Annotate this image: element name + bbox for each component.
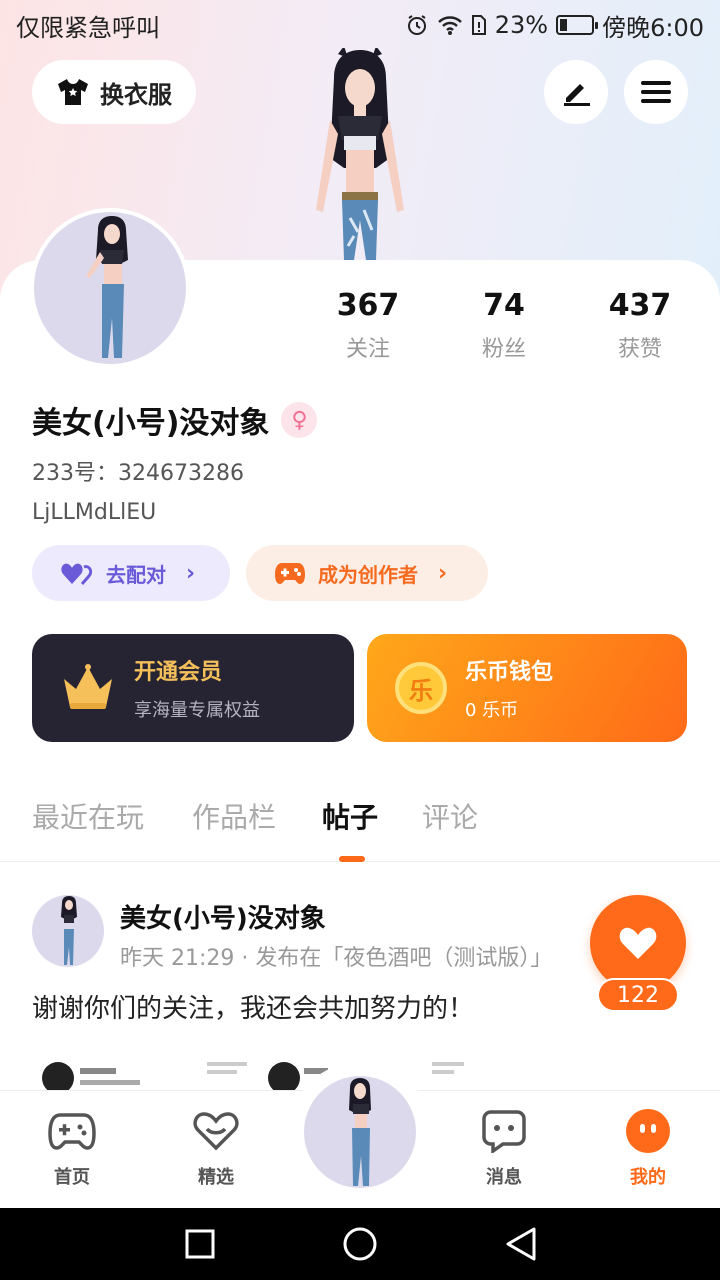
gamepad-icon <box>48 1109 96 1153</box>
stat-value: 437 <box>608 288 672 323</box>
edit-profile-button[interactable] <box>544 60 608 124</box>
nav-home[interactable]: 首页 <box>22 1109 122 1189</box>
vip-subtitle: 享海量专属权益 <box>134 700 260 721</box>
status-icons: 23% 傍晚6:00 <box>405 8 704 43</box>
profile-name: 美女(小号)没对象 <box>32 406 270 441</box>
chevron-right-icon: › <box>186 560 196 586</box>
nav-center-avatar-button[interactable] <box>304 1076 416 1188</box>
battery-percent: 23% <box>494 11 549 39</box>
profile-tabs: 最近在玩 作品栏 帖子 评论 <box>0 796 720 862</box>
nav-messages[interactable]: 消息 <box>454 1109 554 1189</box>
stat-label: 粉丝 <box>481 337 526 362</box>
home-circle-icon[interactable] <box>342 1226 378 1262</box>
stat-value: 74 <box>483 288 525 323</box>
wifi-icon <box>437 16 462 35</box>
avatar-figure <box>349 1078 371 1186</box>
become-creator-button[interactable]: 成为创作者 › <box>246 545 488 601</box>
tshirt-icon <box>58 79 88 105</box>
battery-icon <box>556 15 599 35</box>
nav-me[interactable]: 我的 <box>598 1109 698 1189</box>
post-author-name[interactable]: 美女(小号)没对象 <box>120 898 326 935</box>
avatar[interactable] <box>30 208 190 368</box>
creator-label: 成为创作者 <box>318 562 418 587</box>
recents-icon[interactable] <box>184 1228 216 1260</box>
stat-value: 367 <box>336 288 400 323</box>
stat-following[interactable]: 367 关注 <box>300 288 436 363</box>
message-icon <box>480 1109 528 1153</box>
vip-membership-card[interactable]: 开通会员 享海量专属权益 <box>32 634 354 742</box>
coin-icon: 乐 <box>395 662 447 714</box>
user-id[interactable]: 233号：324673286 <box>32 455 244 487</box>
tab-works[interactable]: 作品栏 <box>192 796 276 836</box>
profile-stats: 367 关注 74 粉丝 437 获赞 <box>300 288 720 363</box>
tab-recent-played[interactable]: 最近在玩 <box>32 796 144 836</box>
like-count: 122 <box>597 978 679 1012</box>
stat-followers[interactable]: 74 粉丝 <box>436 288 572 363</box>
stat-label: 获赞 <box>617 337 662 362</box>
wallet-title: 乐币钱包 <box>465 660 554 685</box>
sim-icon <box>471 15 486 35</box>
heart-chat-icon <box>192 1109 240 1153</box>
hamburger-icon <box>641 81 671 103</box>
post-text[interactable]: 谢谢你们的关注，我还会共加努力的！ <box>32 988 474 1025</box>
avatar-figure <box>61 896 77 965</box>
active-tab-indicator <box>339 856 365 862</box>
stat-label: 关注 <box>345 337 390 362</box>
pen-icon <box>564 84 590 106</box>
female-icon: ♀ <box>281 402 318 438</box>
match-button[interactable]: 去配对 › <box>32 545 230 601</box>
wallet-text: 乐币钱包 0 乐币 <box>465 654 553 722</box>
status-bar: 仅限紧急呼叫 23% 傍晚6:00 <box>0 0 720 50</box>
post-meta: 昨天 21:29 · 发布在「夜色酒吧（测试版）」 <box>120 946 553 971</box>
carrier-text: 仅限紧急呼叫 <box>16 13 160 42</box>
nav-featured[interactable]: 精选 <box>166 1109 266 1189</box>
menu-button[interactable] <box>624 60 688 124</box>
double-heart-icon <box>61 563 93 585</box>
match-label: 去配对 <box>106 562 166 587</box>
crown-icon <box>64 664 112 709</box>
nav-label: 首页 <box>54 1167 90 1188</box>
name-row: 美女(小号)没对象 ♀ <box>32 398 318 442</box>
nav-label: 消息 <box>486 1167 522 1188</box>
wallet-balance: 0 乐币 <box>465 700 519 721</box>
back-triangle-icon[interactable] <box>504 1226 538 1262</box>
alarm-icon <box>407 15 426 35</box>
heart-icon <box>619 927 657 959</box>
character-3d-figure[interactable] <box>290 48 430 260</box>
tab-posts[interactable]: 帖子 <box>322 796 378 836</box>
tab-comments[interactable]: 评论 <box>422 796 478 836</box>
nav-label: 我的 <box>630 1167 666 1188</box>
vip-text: 开通会员 享海量专属权益 <box>134 654 260 722</box>
stat-likes[interactable]: 437 获赞 <box>572 288 708 363</box>
clock: 傍晚6:00 <box>602 13 704 42</box>
post-author-avatar[interactable] <box>32 895 104 967</box>
profile-bio: LjLLMdLlEU <box>32 500 157 525</box>
system-navigation-bar <box>0 1208 720 1280</box>
nav-label: 精选 <box>198 1167 234 1188</box>
change-outfit-button[interactable]: 换衣服 <box>32 60 196 124</box>
chevron-right-icon: › <box>438 560 448 586</box>
change-outfit-label: 换衣服 <box>100 80 172 109</box>
gamepad-icon <box>275 563 305 584</box>
vip-title: 开通会员 <box>134 660 223 685</box>
profile-dots-icon <box>624 1109 672 1153</box>
coin-wallet-card[interactable]: 乐 乐币钱包 0 乐币 <box>367 634 687 742</box>
avatar-figure <box>86 216 128 358</box>
like-button[interactable] <box>590 895 686 991</box>
